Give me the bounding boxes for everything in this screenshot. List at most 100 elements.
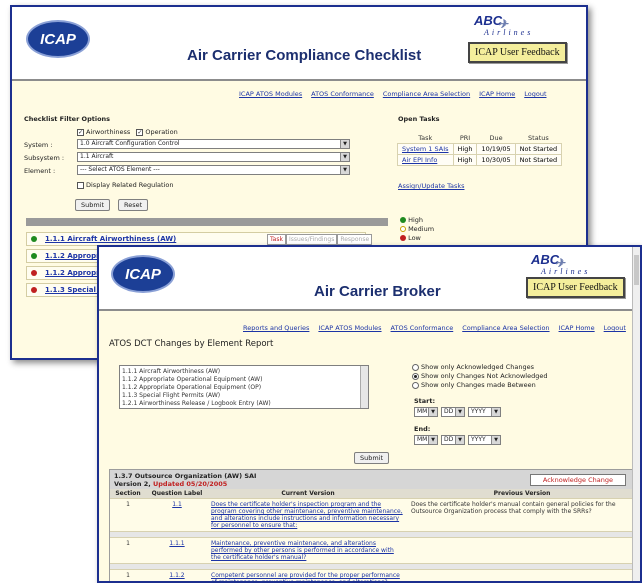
abc-airlines-logo: ABC ✈ Airlines [474,13,533,37]
table-header: Section Question Label Current Version P… [110,489,636,499]
task-cell[interactable]: Air EPI Info [397,154,454,166]
change-filter-radios: Show only Acknowledged Changes Show only… [412,363,547,390]
element-link[interactable]: 1.1.1 Aircraft Airworthiness (AW) [45,235,176,243]
version-text: Version 2, [114,480,151,488]
air-carrier-broker-window: ICAP ABC ✈ Airlines Air Carrier Broker IC… [97,245,642,583]
legend-low: Low [408,234,421,242]
display-related-checkbox[interactable] [77,181,84,189]
status-cell: Not Started [514,143,563,155]
nav-atos-modules[interactable]: ICAP ATOS Modules [318,324,381,332]
display-related-label: Display Related Regulation [86,181,174,189]
vertical-scrollbar[interactable] [632,247,640,581]
radio-acknowledged[interactable] [412,363,419,371]
list-item[interactable]: 1.1.3 Special Flight Permits (AW) [122,392,366,400]
header: ICAP ABC ✈ Airlines Air Carrier Complianc… [12,7,586,79]
system-select[interactable]: 1.0 Aircraft Configuration Control ▼ [77,139,350,149]
list-item[interactable]: 1.2.1 Airworthiness Release / Logbook En… [122,400,366,408]
nav-reports-queries[interactable]: Reports and Queries [243,324,309,332]
col-section: Section [110,489,146,499]
list-item[interactable]: 1.1.2 Appropriate Operational Equipment … [122,376,366,384]
task-cell[interactable]: System 1 SAIs [397,143,454,155]
user-feedback-button[interactable]: ICAP User Feedback [468,42,567,63]
tab-issues-findings[interactable]: Issues/Findings [285,234,338,245]
select-value: YYYY [471,408,486,415]
col-previous-version: Previous Version [408,489,636,499]
col-status: Status [528,134,549,142]
airworthiness-checkbox[interactable]: ✓ [77,128,84,136]
header: ICAP ABC ✈ Airlines Air Carrier Broker IC… [99,247,640,309]
scrollbar-thumb[interactable] [634,255,639,285]
section-cell: 1 [110,498,146,532]
open-tasks-heading: Open Tasks [398,115,440,123]
nav-logout[interactable]: Logout [604,324,626,332]
tab-task[interactable]: Task [267,234,286,245]
col-pri: PRI [459,134,471,142]
table-row: 1 1.1.2 Competent personnel are provided… [110,569,636,581]
current-text-link[interactable]: Maintenance, preventive maintenance, and… [211,540,394,561]
status-cell: Not Started [514,154,563,166]
start-year-select[interactable]: YYYY ▼ [468,407,501,417]
assign-tasks-link[interactable]: Assign/Update Tasks [398,182,464,190]
nav-compliance-area[interactable]: Compliance Area Selection [462,324,549,332]
operation-checkbox[interactable]: ✓ [136,128,144,136]
top-nav: Reports and Queries ICAP ATOS Modules ATOS… [234,324,626,332]
nav-logout[interactable]: Logout [524,90,546,98]
logo-text: ICAP [125,266,161,283]
nav-atos-conformance[interactable]: ATOS Conformance [311,90,374,98]
start-month-select[interactable]: MM ▼ [414,407,438,417]
label-cell: 1.1.2 [146,569,208,581]
element-tabs: Task Issues/Findings Response [267,234,373,245]
icap-logo[interactable]: ICAP [26,20,90,58]
legend-high: High [408,216,424,224]
end-month-select[interactable]: MM ▼ [414,435,438,445]
table-row: 1 1.1.1 Maintenance, preventive maintena… [110,537,636,564]
previous-cell [408,537,636,564]
question-link[interactable]: 1.1.2 [169,572,184,579]
tab-response[interactable]: Response [337,234,373,245]
airplane-icon: ✈ [555,256,566,270]
listbox-scrollbar[interactable] [360,366,368,408]
label-cell: 1.1 [146,498,208,532]
page-title: Air Carrier Broker [314,283,441,300]
current-text-link[interactable]: Competent personnel are provided for the… [211,572,400,581]
nav-icap-home[interactable]: ICAP Home [479,90,515,98]
operation-label: Operation [145,128,178,136]
end-year-select[interactable]: YYYY ▼ [468,435,501,445]
nav-atos-conformance[interactable]: ATOS Conformance [391,324,454,332]
chevron-down-icon: ▼ [455,408,464,416]
element-listbox[interactable]: 1.1.1 Aircraft Airworthiness (AW) 1.1.2 … [119,365,369,409]
table-row: Air EPI Info High 10/30/05 Not Started [397,154,563,166]
radio-label: Show only Changes made Between [421,381,536,389]
task-link[interactable]: Air EPI Info [402,156,437,164]
submit-button[interactable]: Submit [354,452,390,464]
task-link[interactable]: System 1 SAIs [402,145,449,153]
icap-logo[interactable]: ICAP [111,255,175,293]
subsystem-select[interactable]: 1.1 Aircraft ▼ [77,152,350,162]
start-label: Start: [414,397,436,405]
radio-not-acknowledged[interactable] [412,372,419,380]
current-text-link[interactable]: Does the certificate holder's inspection… [211,501,403,529]
elements-header-bar [26,218,388,226]
start-day-select[interactable]: DD ▼ [441,407,465,417]
table-row: System 1 SAIs High 10/19/05 Not Started [397,143,563,155]
list-item[interactable]: 1.1.1 Aircraft Airworthiness (AW) [122,368,366,376]
question-link[interactable]: 1.1 [172,501,182,508]
status-dot-icon [31,270,37,276]
list-item[interactable]: 1.1.2 Appropriate Operational Equipment … [122,384,366,392]
yellow-dot-icon [400,226,406,232]
element-select[interactable]: --- Select ATOS Element --- ▼ [77,165,350,175]
reset-button[interactable]: Reset [118,199,149,211]
airline-sub: Airlines [484,28,534,37]
nav-compliance-area[interactable]: Compliance Area Selection [383,90,470,98]
end-day-select[interactable]: DD ▼ [441,435,465,445]
submit-button[interactable]: Submit [75,199,111,211]
acknowledge-change-button[interactable]: Acknowledge Change [529,474,626,486]
nav-icap-home[interactable]: ICAP Home [559,324,595,332]
question-link[interactable]: 1.1.1 [169,540,184,547]
radio-label: Show only Acknowledged Changes [421,363,535,371]
chevron-down-icon: ▼ [340,166,349,174]
nav-atos-modules[interactable]: ICAP ATOS Modules [239,90,302,98]
chevron-down-icon: ▼ [340,153,349,161]
radio-between[interactable] [412,381,419,389]
user-feedback-button[interactable]: ICAP User Feedback [526,277,625,298]
